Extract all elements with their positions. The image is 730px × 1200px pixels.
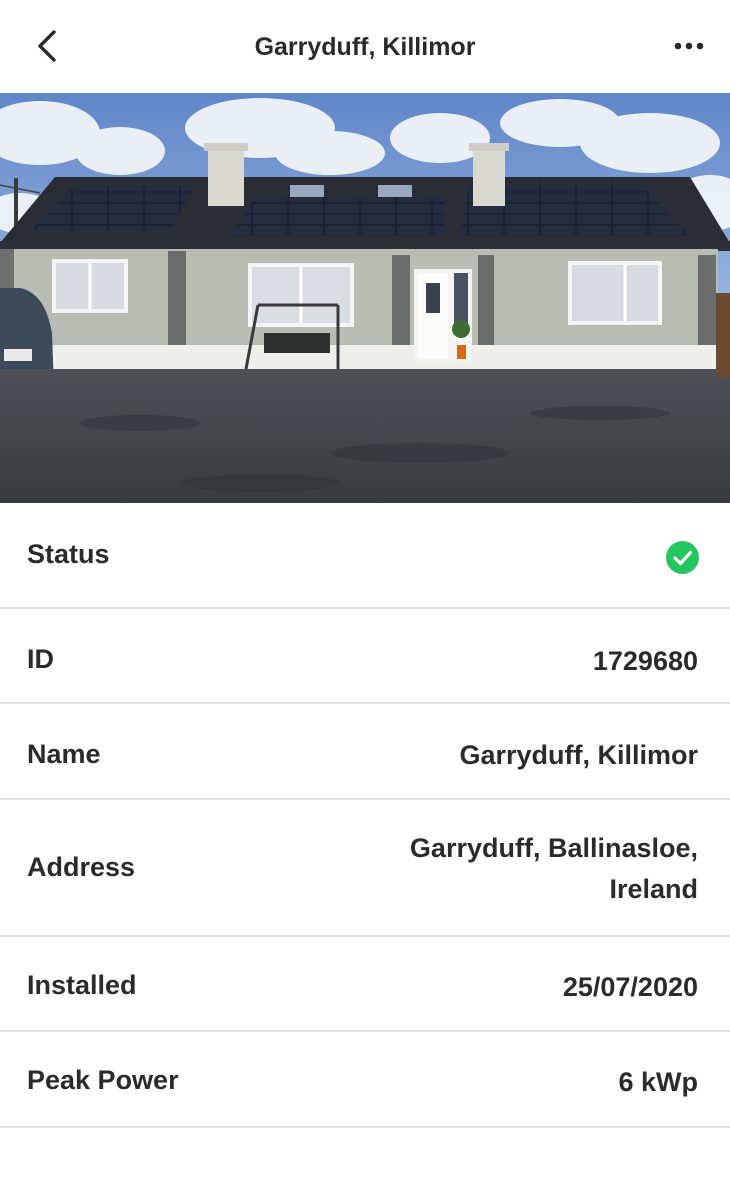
address-line-1: Garryduff, Ballinasloe, [409,833,698,863]
address-row: Address Garryduff, Ballinasloe, Ireland [0,800,730,937]
installed-value: 25/07/2020 [562,972,698,1002]
peak-power-value: 6 kWp [618,1067,698,1097]
status-label: Status [27,539,110,569]
installed-row: Installed 25/07/2020 [0,937,730,1032]
chevron-left-icon [38,30,56,62]
address-value: Garryduff, Ballinasloe, Ireland [358,828,698,910]
plant-photo [0,93,730,503]
id-row: ID 1729680 [0,609,730,704]
page-title: Garryduff, Killimor [254,33,476,61]
name-value: Garryduff, Killimor [459,740,698,770]
back-button[interactable] [26,24,68,68]
id-value: 1729680 [592,646,698,676]
plant-detail-screen: Garryduff, Killimor Status ID 1729680 Na… [0,0,730,1200]
plant-details-list: Status ID 1729680 Name Garryduff, Killim… [0,503,730,1128]
name-row: Name Garryduff, Killimor [0,704,730,800]
check-circle-icon [666,541,699,574]
id-label: ID [27,644,54,674]
address-label: Address [27,852,136,882]
installed-label: Installed [27,970,137,1000]
peak-power-label: Peak Power [27,1065,179,1095]
more-horizontal-icon [674,42,704,50]
status-row: Status [0,503,730,609]
top-app-bar: Garryduff, Killimor [0,0,730,93]
peak-power-row: Peak Power 6 kWp [0,1032,730,1128]
more-options-button[interactable] [666,28,712,64]
address-line-2: Ireland [609,874,698,904]
name-label: Name [27,739,101,769]
